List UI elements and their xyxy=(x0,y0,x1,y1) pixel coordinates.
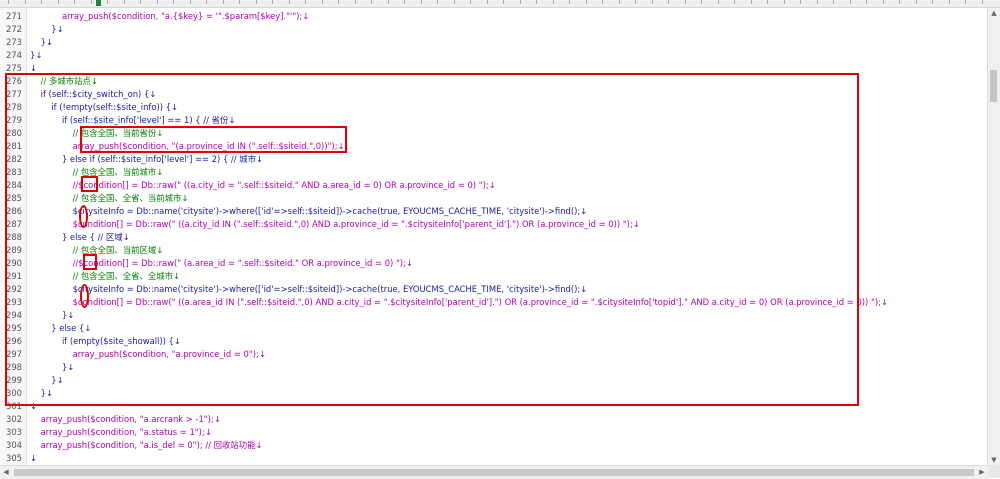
line-number: 274 xyxy=(6,50,22,60)
ruler-tick xyxy=(222,0,224,4)
ruler-tick xyxy=(965,0,966,4)
ruler-tick xyxy=(948,0,950,4)
horizontal-scrollbar[interactable]: ◀ ▶ xyxy=(0,465,988,479)
ruler-tick xyxy=(833,0,834,4)
ruler-tick xyxy=(107,0,108,4)
ruler-tick xyxy=(206,0,207,4)
ruler-tick xyxy=(486,0,488,4)
scroll-left-icon[interactable]: ◀ xyxy=(0,466,12,479)
annotation-box-province-lines xyxy=(80,126,347,153)
ruler-tick xyxy=(783,0,785,4)
ruler-tick xyxy=(470,0,471,4)
ruler-tick xyxy=(536,0,537,4)
ruler-tick xyxy=(140,0,141,4)
code-text: }↓ xyxy=(30,24,64,34)
ruler-tick xyxy=(701,0,702,4)
annotation-box-main-block xyxy=(5,73,859,406)
ruler-tick xyxy=(618,0,620,4)
ruler-tick xyxy=(899,0,900,4)
scroll-right-icon[interactable]: ▶ xyxy=(976,466,988,479)
ruler-tick xyxy=(569,0,570,4)
ruler-tick xyxy=(387,0,389,4)
ruler-tick xyxy=(800,0,801,4)
ruler-tick xyxy=(90,0,92,4)
ruler-tick xyxy=(420,0,422,4)
ruler-tick xyxy=(981,0,983,4)
ruler-tick xyxy=(602,0,603,4)
annotation-oval-city-lines xyxy=(79,205,88,228)
code-text: array_push($condition, "a.arcrank > -1")… xyxy=(30,414,221,424)
code-text: array_push($condition, "a.status = 1");↓ xyxy=(30,427,212,437)
ruler-tick xyxy=(354,0,356,4)
annotation-box-area-comment xyxy=(83,254,97,270)
annotation-box-city-comment xyxy=(81,176,98,192)
ruler-tick xyxy=(272,0,273,4)
code-text: }↓ xyxy=(30,37,53,47)
code-text: }↓ xyxy=(30,50,43,60)
ruler-tick xyxy=(750,0,752,4)
line-number: 303 xyxy=(6,427,22,437)
ruler-tick xyxy=(453,0,455,4)
ruler-tick xyxy=(24,0,26,4)
ruler-tick xyxy=(717,0,719,4)
ruler-tick xyxy=(255,0,257,4)
vertical-scroll-thumb[interactable] xyxy=(990,70,997,102)
ruler-tick xyxy=(767,0,768,4)
ruler-tick xyxy=(437,0,438,4)
vertical-scrollbar[interactable]: ▲ ▼ xyxy=(987,8,1000,465)
scroll-up-icon[interactable]: ▲ xyxy=(988,8,1000,18)
ruler-tick xyxy=(305,0,306,4)
ruler-tick xyxy=(503,0,504,4)
code-text: ↓ xyxy=(30,453,38,463)
ruler-tick xyxy=(684,0,686,4)
ruler-tick xyxy=(866,0,867,4)
line-number: 302 xyxy=(6,414,22,424)
scrollbar-corner xyxy=(988,465,1000,478)
ruler-tick xyxy=(932,0,933,4)
ruler-tick xyxy=(57,0,59,4)
column-ruler xyxy=(0,0,1000,8)
ruler-tick xyxy=(651,0,653,4)
line-number: 272 xyxy=(6,24,22,34)
ruler-tick xyxy=(123,0,125,4)
ruler-tick xyxy=(519,0,521,4)
ruler-tick xyxy=(915,0,917,4)
ruler-tick xyxy=(338,0,339,4)
code-text: array_push($condition, "a.{$key} = '".$p… xyxy=(30,11,310,21)
horizontal-scroll-thumb[interactable] xyxy=(14,469,974,476)
scroll-down-icon[interactable]: ▼ xyxy=(988,455,1000,465)
annotation-oval-area-lines xyxy=(80,284,89,308)
ruler-tick xyxy=(239,0,240,4)
ruler-tick xyxy=(173,0,174,4)
ruler-tick xyxy=(734,0,735,4)
ruler-tick xyxy=(8,0,9,4)
line-number: 305 xyxy=(6,453,22,463)
ruler-tick xyxy=(404,0,405,4)
code-text: array_push($condition, "a.is_del = 0"); … xyxy=(30,440,263,450)
ruler-tick xyxy=(41,0,42,4)
line-number: 304 xyxy=(6,440,22,450)
line-number: 271 xyxy=(6,11,22,21)
ruler-tick xyxy=(585,0,587,4)
line-number: 273 xyxy=(6,37,22,47)
ruler-tick xyxy=(74,0,75,4)
ruler-caret-marker xyxy=(96,0,101,6)
ruler-tick xyxy=(156,0,158,4)
ruler-tick xyxy=(849,0,851,4)
ruler-tick xyxy=(635,0,636,4)
ruler-tick xyxy=(371,0,372,4)
ruler-tick xyxy=(189,0,191,4)
ruler-tick xyxy=(288,0,290,4)
ruler-tick xyxy=(552,0,554,4)
ruler-tick xyxy=(816,0,818,4)
ruler-tick xyxy=(321,0,323,4)
ruler-tick xyxy=(668,0,669,4)
ruler-tick xyxy=(882,0,884,4)
